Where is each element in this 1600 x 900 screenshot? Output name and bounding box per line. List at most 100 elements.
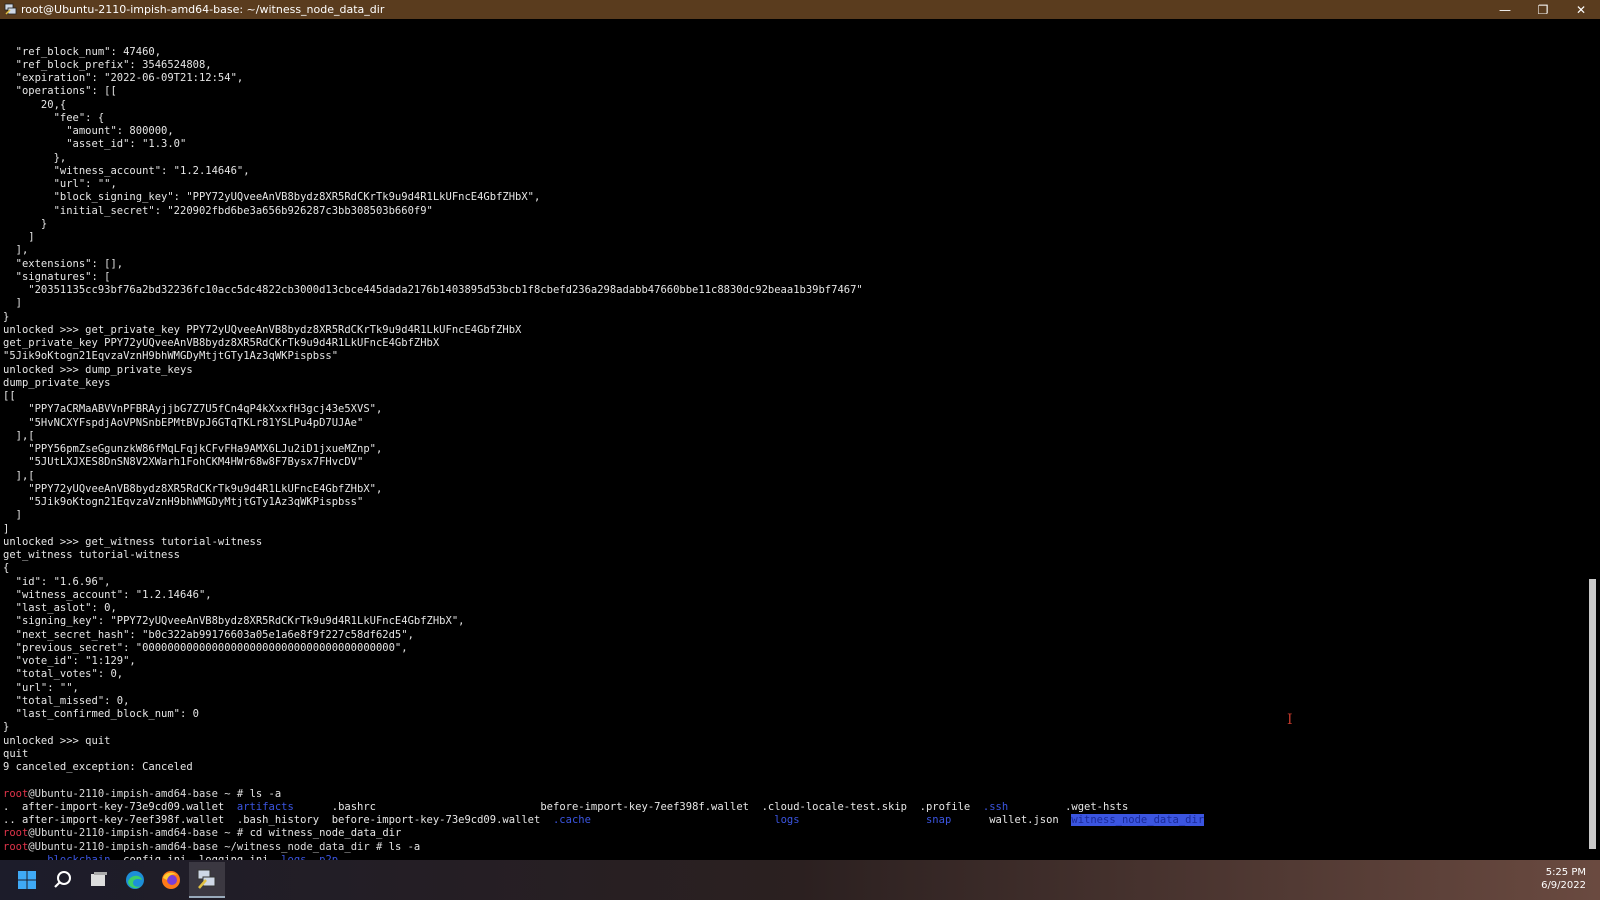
prompt-command: cd witness_node_data_dir — [249, 827, 402, 840]
putty-taskbar-button[interactable] — [189, 862, 225, 898]
terminal-line: "signing_key": "PPY72yUQveeAnVB8bydz8XR5… — [3, 615, 465, 628]
ls-entry: . after-import-key-73e9cd09.wallet — [3, 800, 237, 813]
terminal-scrollbar[interactable] — [1585, 19, 1600, 860]
ls-output-line: . after-import-key-73e9cd09.wallet artif… — [3, 801, 1204, 814]
windows-start-button[interactable] — [9, 862, 45, 898]
prompt-line: root@Ubuntu-2110-impish-amd64-base ~ # l… — [3, 788, 1204, 801]
terminal-line: ] — [3, 297, 22, 310]
terminal-line: { — [3, 562, 10, 575]
search-button[interactable] — [45, 862, 81, 898]
terminal-line: quit — [3, 747, 29, 760]
task-view-button[interactable] — [81, 862, 117, 898]
task-view-icon — [91, 872, 107, 886]
terminal-line: [[ — [3, 390, 16, 402]
terminal-line: "next_secret_hash": "b0c322ab99176603a05… — [3, 628, 414, 641]
prompt-host: @Ubuntu-2110-impish-amd64-base — [28, 787, 218, 800]
terminal-line: "5HvNCXYFspdjAoVPNSnbEPMtBVpJ6GTqTKLr81Y… — [3, 416, 364, 429]
terminal-line: "20351135cc93bf76a2bd32236fc10acc5dc4822… — [3, 284, 863, 296]
windows-start-icon — [18, 871, 36, 889]
window-titlebar[interactable]: root@Ubuntu-2110-impish-amd64-base: ~/wi… — [0, 0, 1600, 19]
close-button[interactable]: ✕ — [1562, 0, 1600, 19]
system-clock[interactable]: 5:25 PM 6/9/2022 — [1541, 866, 1586, 892]
terminal-line: get_private_key PPY72yUQveeAnVB8bydz8XR5… — [3, 337, 440, 349]
prompt-command: ls -a — [388, 840, 421, 853]
terminal-line: "total_votes": 0, — [3, 668, 124, 681]
ls-output-line: .. after-import-key-7eef398f.wallet .bas… — [3, 814, 1205, 827]
terminal-line: "extensions": [], — [3, 257, 124, 270]
terminal-line: "ref_block_prefix": 3546524808, — [3, 58, 212, 71]
ls-directory-entry: artifacts — [236, 800, 294, 813]
window-title: root@Ubuntu-2110-impish-amd64-base: ~/wi… — [21, 3, 385, 16]
terminal-line: "last_confirmed_block_num": 0 — [3, 708, 199, 720]
terminal-line: "id": "1.6.96", — [3, 575, 111, 588]
terminal-line: ],[ — [3, 469, 35, 482]
terminal-lines: "ref_block_num": 47460, "ref_block_prefi… — [3, 19, 1205, 860]
putty-icon — [3, 3, 17, 17]
prompt-user: root — [3, 787, 29, 800]
terminal-line: 9 canceled_exception: Canceled — [3, 761, 193, 773]
taskbar: 5:25 PM 6/9/2022 — [0, 860, 1600, 900]
ls-entry — [800, 814, 926, 826]
terminal-line: "signatures": [ — [3, 270, 111, 283]
ls-entry: .. after-import-key-7eef398f.wallet .bas… — [3, 814, 553, 826]
ls-directory-entry: witness_node_data_dir — [1071, 814, 1205, 826]
search-icon — [54, 871, 71, 888]
terminal-line: "5Jik9oKtogn21EqvzaVznH9bhWMGDyMtjtGTy1A… — [3, 350, 339, 363]
ls-entry — [591, 814, 774, 826]
terminal-line: "PPY56pmZseGgunzkW86fMqLFqjkCFvFHa9AMX6L… — [3, 443, 383, 455]
prompt-host: @Ubuntu-2110-impish-amd64-base — [28, 827, 218, 840]
ls-entry: .wget-hsts — [1008, 800, 1129, 813]
terminal-line: "expiration": "2022-06-09T21:12:54", — [3, 72, 244, 84]
terminal-line: "previous_secret": "00000000000000000000… — [3, 641, 408, 654]
terminal-line: "total_missed": 0, — [3, 694, 130, 707]
terminal-line: "url": "", — [3, 681, 79, 694]
terminal-line: "url": "", — [3, 178, 117, 190]
scrollbar-thumb[interactable] — [1589, 579, 1596, 849]
terminal-line: unlocked >>> dump_private_keys — [3, 363, 193, 376]
putty-icon — [197, 869, 216, 889]
terminal-line: } — [3, 310, 10, 323]
maximize-button[interactable]: ❐ — [1524, 0, 1562, 19]
terminal-line: unlocked >>> get_witness tutorial-witnes… — [3, 535, 263, 548]
prompt-cwd: ~/witness_node_data_dir # — [217, 840, 389, 853]
firefox-button[interactable] — [153, 862, 189, 898]
ls-entry: wallet.json — [951, 814, 1072, 826]
edge-browser-button[interactable] — [117, 862, 153, 898]
terminal-line: "block_signing_key": "PPY72yUQveeAnVB8by… — [3, 191, 541, 204]
ls-entry: .bashrc before-import-key-7eef398f.walle… — [293, 800, 983, 813]
ls-directory-entry: logs — [774, 814, 800, 826]
terminal-line: "amount": 800000, — [3, 125, 174, 137]
terminal-line: ], — [3, 244, 29, 257]
terminal-output[interactable]: "ref_block_num": 47460, "ref_block_prefi… — [0, 19, 1585, 860]
text-cursor-ibeam-icon: I — [1287, 712, 1293, 728]
close-icon: ✕ — [1575, 2, 1587, 17]
terminal-line: "5Jik9oKtogn21EqvzaVznH9bhWMGDyMtjtGTy1A… — [3, 496, 364, 508]
terminal-line: } — [3, 217, 48, 230]
prompt-cwd: ~ # — [217, 827, 250, 840]
restore-icon: ❐ — [1537, 2, 1549, 17]
edge-browser-icon — [126, 871, 144, 889]
prompt-command: ls -a — [249, 787, 282, 800]
prompt-cwd: ~ # — [217, 787, 250, 800]
terminal-line: "last_aslot": 0, — [3, 602, 117, 614]
terminal-line: "PPY72yUQveeAnVB8bydz8XR5RdCKrTk9u9d4R1L… — [3, 482, 383, 495]
ls-directory-entry: .ssh — [982, 800, 1009, 813]
terminal-line: unlocked >>> quit — [3, 734, 111, 747]
terminal-line: unlocked >>> get_private_key PPY72yUQvee… — [3, 323, 522, 336]
terminal-line: "vote_id": "1:129", — [3, 655, 136, 667]
prompt-line: root@Ubuntu-2110-impish-amd64-base ~/wit… — [3, 841, 1204, 854]
terminal-line: "5JUtLXJXES8DnSN8V2XWarh1FohCKM4HWr68w8F… — [3, 456, 364, 469]
terminal-line: } — [3, 721, 10, 734]
terminal-line: "operations": [[ — [3, 85, 117, 98]
terminal-line: get_witness tutorial-witness — [3, 549, 181, 561]
minimize-button[interactable]: — — [1486, 0, 1524, 19]
minimize-icon: — — [1499, 2, 1511, 17]
prompt-user: root — [3, 827, 29, 840]
clock-date: 6/9/2022 — [1541, 880, 1586, 891]
terminal-line: ] — [3, 231, 35, 243]
terminal-line: ] — [3, 522, 10, 535]
terminal-line: "ref_block_num": 47460, — [3, 45, 162, 58]
clock-time: 5:25 PM — [1545, 867, 1586, 878]
terminal-line: ],[ — [3, 429, 35, 442]
